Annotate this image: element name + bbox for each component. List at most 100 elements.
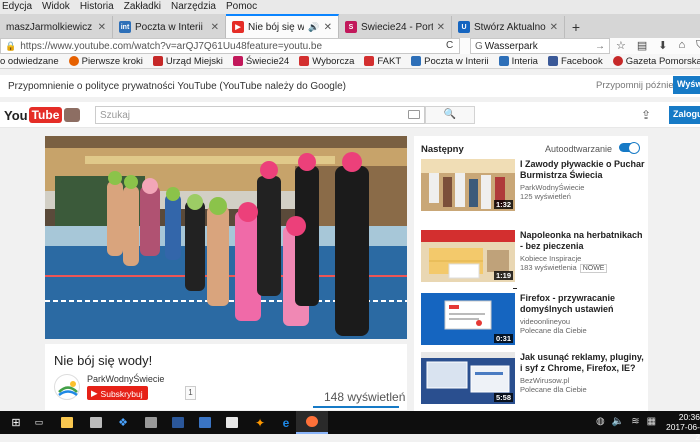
menu-item-edit[interactable]: Edycja	[2, 0, 32, 14]
search-input[interactable]: G Wasserpark →	[470, 38, 610, 54]
network-icon[interactable]: ◍	[596, 416, 605, 427]
bookmark-item[interactable]: Wyborcza	[299, 56, 354, 67]
bookmark-item[interactable]: Gazeta Pomorska	[612, 56, 700, 67]
download-icon[interactable]: ⬇	[658, 39, 667, 52]
gazeta-icon	[612, 56, 623, 66]
taskbar-app[interactable]	[51, 411, 83, 434]
menu-item-view[interactable]: Widok	[42, 0, 70, 14]
video-duration: 1:32	[493, 200, 513, 209]
keyboard-layout-icon[interactable]: ▦	[647, 416, 656, 427]
bookmark-item[interactable]: Facebook	[547, 56, 603, 67]
recommendation-label: Polecane dla Ciebie	[520, 326, 587, 335]
bookmark-item[interactable]: Świecie24	[232, 56, 289, 67]
bookmark-item[interactable]: FAKT	[364, 56, 401, 67]
login-button[interactable]: Zaloguj się	[669, 106, 700, 124]
youtube-play-icon: ▶	[91, 388, 98, 398]
menu-item-help[interactable]: Pomoc	[226, 0, 257, 14]
wyborcza-icon	[299, 56, 310, 66]
lock-icon: 🔒	[5, 40, 17, 51]
app-icon	[90, 417, 102, 428]
video-thumbnail[interactable]: 1:32	[421, 159, 515, 211]
taskbar-app-firefox[interactable]	[296, 411, 328, 434]
video-player[interactable]	[45, 136, 407, 339]
url-text: https://www.youtube.com/watch?v=arQJ7Q61…	[20, 40, 323, 52]
menu-item-tools[interactable]: Narzędzia	[171, 0, 216, 14]
task-view-icon: ▭	[34, 417, 44, 427]
tab-facebook[interactable]: maszJarmolkiewicz ✕	[0, 16, 113, 38]
dropbox-icon: ❖	[118, 417, 128, 429]
tab-swiecie24[interactable]: S Świecie24 - Portal Informac ✕	[339, 16, 452, 38]
close-icon[interactable]: ✕	[550, 22, 558, 33]
keyboard-icon[interactable]	[408, 110, 420, 119]
video-thumbnail[interactable]: 5:58	[421, 352, 515, 404]
subscribe-button[interactable]: ▶ Subskrybuj	[87, 386, 148, 400]
recommended-video[interactable]: 5:58 Jak usunąć reklamy, pluginy, i syf …	[421, 352, 647, 404]
reload-icon[interactable]: C	[446, 40, 453, 51]
video-title[interactable]: I Zawody pływackie o Puchar Burmistrza Ś…	[520, 159, 646, 181]
close-icon[interactable]: ✕	[324, 22, 332, 33]
new-tab-button[interactable]: +	[565, 16, 587, 38]
autoplay-toggle[interactable]	[619, 142, 640, 154]
recommended-video[interactable]: 1:32 I Zawody pływackie o Puchar Burmist…	[421, 159, 647, 211]
interia-icon	[411, 56, 422, 66]
park-wodny-logo-icon	[58, 381, 78, 397]
video-frame	[45, 136, 407, 339]
url-bar[interactable]: 🔒 https://www.youtube.com/watch?v=arQJ7Q…	[0, 38, 460, 54]
subscriber-count: 1	[185, 386, 196, 400]
channel-name[interactable]: BezWirusow.pl	[520, 376, 569, 385]
arrow-right-icon[interactable]: →	[595, 41, 605, 52]
file-explorer-icon	[61, 417, 73, 428]
clock[interactable]: 20:36 2017-06-2	[665, 412, 700, 442]
remind-later-button[interactable]: Przypomnij później	[596, 80, 676, 91]
video-info-panel: Nie bój się wody! ParkWodnyŚwiecie ▶ Sub…	[45, 344, 407, 410]
speaker-icon[interactable]: 🔊	[308, 22, 319, 33]
channel-name[interactable]: videoonlineyou	[520, 317, 570, 326]
volume-icon[interactable]: 🔈	[612, 416, 624, 427]
youtube-logo[interactable]: You Tube	[4, 107, 81, 123]
video-title[interactable]: Firefox - przywracanie domyślnych ustawi…	[520, 293, 646, 315]
menu-item-history[interactable]: Historia	[80, 0, 114, 14]
app-icon	[199, 417, 211, 428]
channel-name[interactable]: ParkWodnyŚwiecie	[520, 183, 584, 192]
app-icon	[226, 417, 238, 428]
bookmark-item[interactable]: Interia	[498, 56, 538, 67]
search-button[interactable]: 🔍	[425, 106, 475, 124]
library-icon[interactable]: ▤	[637, 39, 647, 52]
tab-poczta[interactable]: int Poczta w Interii ✕	[113, 16, 226, 38]
video-thumbnail[interactable]: 1:19	[421, 230, 515, 282]
bookmark-item[interactable]: Pierwsze kroki	[68, 56, 143, 67]
bookmark-item[interactable]: Urząd Miejski	[152, 56, 223, 67]
close-icon[interactable]: ✕	[211, 22, 219, 33]
bookmark-item[interactable]: o odwiedzane	[0, 56, 59, 67]
video-title[interactable]: Napoleonka na herbatnikach - bez pieczen…	[520, 230, 646, 252]
tab-youtube[interactable]: ▶ Nie bój się wody! - YouT 🔊 ✕	[226, 14, 339, 38]
wifi-icon[interactable]: ≋	[631, 416, 639, 427]
tab-title: Poczta w Interii	[135, 21, 203, 33]
show-button[interactable]: Wyświe	[673, 76, 700, 94]
close-icon[interactable]: ✕	[98, 22, 106, 33]
doodle-icon	[64, 108, 81, 122]
video-thumbnail[interactable]: 0:31	[421, 293, 515, 345]
upload-icon[interactable]: ⇪	[641, 108, 651, 122]
autoplay-label: Autoodtwarzanie	[545, 144, 613, 154]
calculator-icon	[145, 417, 157, 428]
pocket-icon[interactable]: ⛉	[696, 39, 700, 52]
privacy-text: Przypomnienie o polityce prywatności You…	[8, 80, 346, 92]
channel-name[interactable]: Kobiece Inspiracje	[520, 254, 581, 263]
youtube-search-input[interactable]: Szukaj	[95, 106, 425, 124]
bookmark-item[interactable]: Poczta w Interii	[411, 56, 489, 67]
menu-item-bookmarks[interactable]: Zakładki	[124, 0, 161, 14]
channel-name[interactable]: ParkWodnyŚwiecie	[87, 374, 164, 384]
close-icon[interactable]: ✕	[437, 22, 445, 33]
tab-urzad[interactable]: U Stwórz Aktualności | Urząd M ✕	[452, 16, 565, 38]
channel-avatar[interactable]	[54, 374, 80, 400]
privacy-banner: Przypomnienie o polityce prywatności You…	[0, 75, 700, 97]
firefox-icon	[306, 416, 318, 427]
recommended-video[interactable]: 0:31 Firefox - przywracanie domyślnych u…	[421, 293, 647, 345]
video-title[interactable]: Jak usunąć reklamy, pluginy, i syf z Chr…	[520, 352, 646, 374]
separator-dot	[513, 288, 517, 289]
star-icon[interactable]: ☆	[616, 39, 626, 52]
url-bar-icons: C	[446, 40, 453, 51]
home-icon[interactable]: ⌂	[679, 39, 686, 52]
recommended-video[interactable]: 1:19 Napoleonka na herbatnikach - bez pi…	[421, 230, 647, 282]
